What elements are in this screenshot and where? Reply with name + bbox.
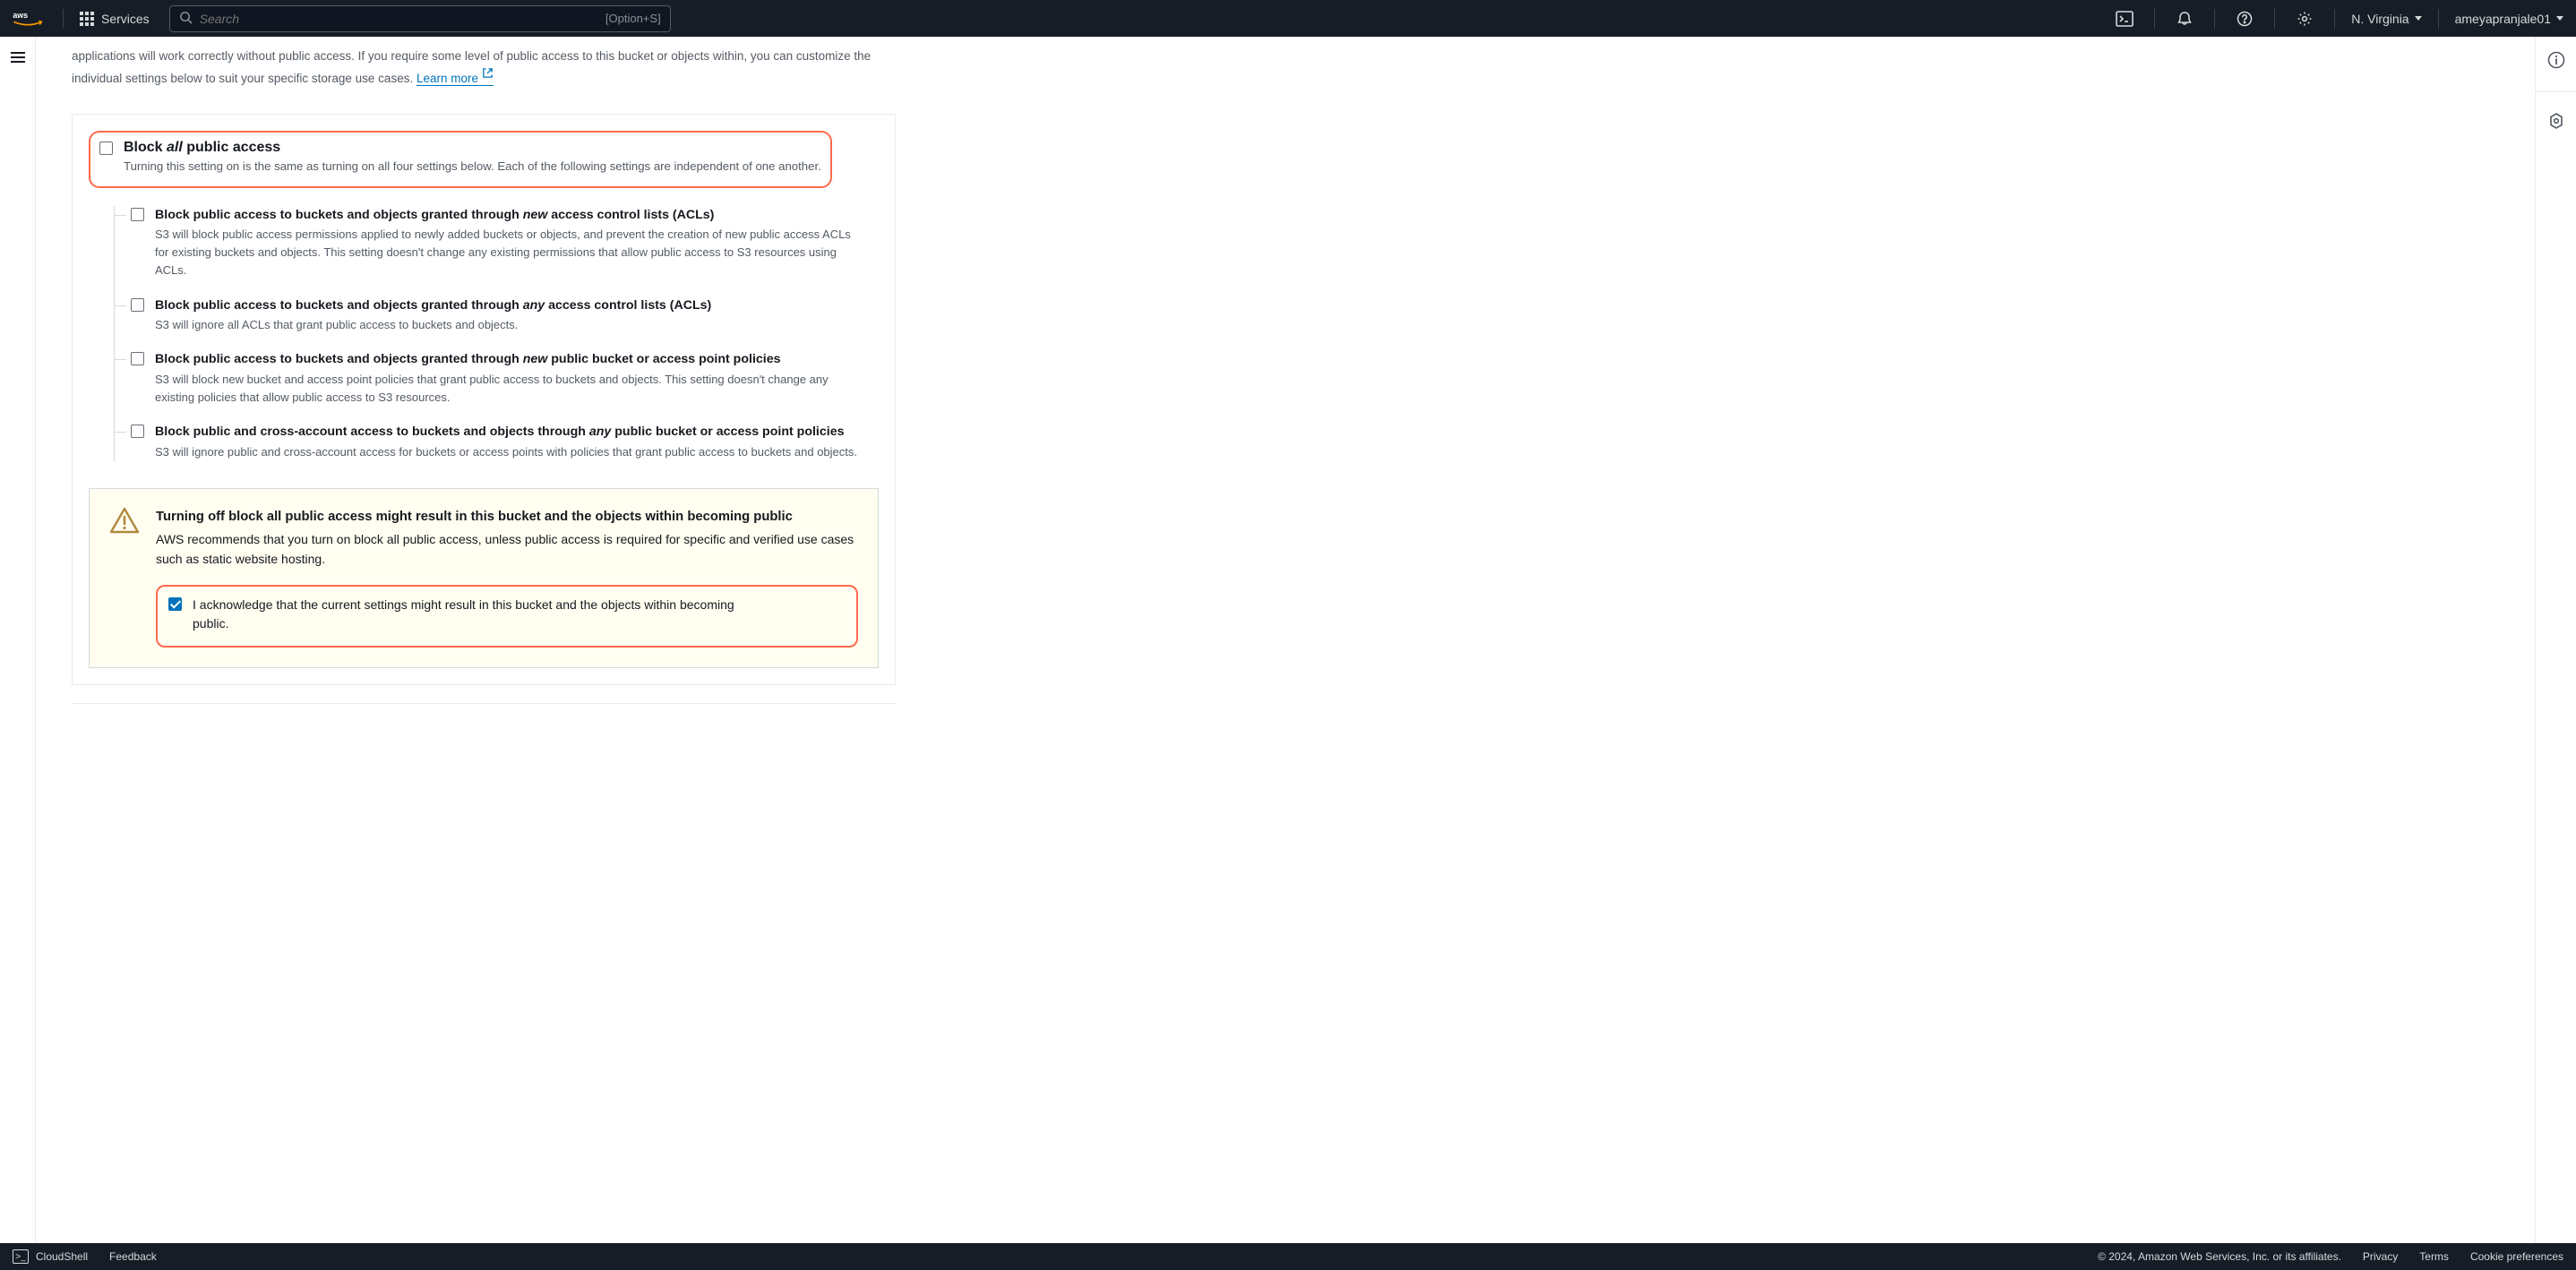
region-label: N. Virginia [2351,12,2409,26]
divider [2334,9,2335,29]
services-label: Services [101,12,150,26]
terms-link[interactable]: Terms [2419,1250,2449,1263]
feedback-link[interactable]: Feedback [109,1250,157,1263]
block-all-title: Block all public access [124,140,821,156]
region-selector[interactable]: N. Virginia [2351,12,2421,26]
search-input[interactable] [200,12,605,26]
bell-icon[interactable] [2171,11,2198,27]
search-bar[interactable]: [Option+S] [169,5,671,32]
divider [2214,9,2215,29]
divider [2438,9,2439,29]
highlight-block-all: Block all public access Turning this set… [89,131,832,188]
help-icon[interactable] [2231,11,2258,27]
learn-more-link[interactable]: Learn more [416,72,494,86]
aws-logo[interactable]: aws [13,10,43,28]
block-all-desc: Turning this setting on is the same as t… [124,158,821,176]
cookie-link[interactable]: Cookie preferences [2470,1250,2563,1263]
intro-text: applications will work correctly without… [72,37,896,89]
sub-desc: S3 will block new bucket and access poin… [155,371,863,407]
info-icon[interactable] [2547,51,2565,72]
gear-icon[interactable] [2291,11,2318,27]
sub-desc: S3 will ignore all ACLs that grant publi… [155,316,863,334]
divider [63,9,64,29]
warning-title: Turning off block all public access migh… [156,507,858,527]
user-label: ameyapranjale01 [2455,12,2551,26]
acknowledge-checkbox[interactable] [168,597,182,611]
grid-icon [80,12,94,26]
right-rail [2535,37,2576,1243]
sub-setting-policy-any: Block public and cross-account access to… [131,423,863,461]
sub-desc: S3 will ignore public and cross-account … [155,443,863,461]
external-link-icon [482,66,494,85]
chevron-down-icon [2556,16,2563,21]
svg-text:aws: aws [13,10,28,19]
warning-text: AWS recommends that you turn on block al… [156,530,858,569]
sub-checkbox[interactable] [131,352,144,365]
divider [2154,9,2155,29]
highlight-acknowledge: I acknowledge that the current settings … [156,585,858,648]
privacy-link[interactable]: Privacy [2363,1250,2398,1263]
account-menu[interactable]: ameyapranjale01 [2455,12,2563,26]
divider [2274,9,2275,29]
sub-checkbox[interactable] [131,425,144,438]
block-all-checkbox[interactable] [99,142,113,155]
sub-setting-acl-new: Block public access to buckets and objec… [131,206,863,280]
sub-settings-list: Block public access to buckets and objec… [114,206,863,461]
left-rail [0,37,36,1243]
sub-desc: S3 will block public access permissions … [155,226,863,279]
cloudshell-icon[interactable] [2111,11,2138,27]
content-scroll[interactable]: applications will work correctly without… [36,37,2535,1243]
gear-side-icon[interactable] [2547,112,2565,133]
acknowledge-label: I acknowledge that the current settings … [193,596,766,633]
chevron-down-icon [2415,16,2422,21]
warning-icon [109,507,140,648]
cloudshell-button[interactable]: >_ CloudShell [13,1249,88,1264]
sub-title: Block public access to buckets and objec… [155,206,863,225]
search-icon [179,11,193,27]
cloudshell-icon: >_ [13,1249,29,1264]
sub-checkbox[interactable] [131,298,144,312]
services-button[interactable]: Services [80,12,150,26]
cloudshell-label: CloudShell [36,1250,88,1263]
sub-title: Block public access to buckets and objec… [155,296,863,315]
block-public-access-panel: Block all public access Turning this set… [72,114,896,686]
sub-setting-policy-new: Block public access to buckets and objec… [131,350,863,407]
top-nav: aws Services [Option+S] N. Virginia amey… [0,0,2576,37]
sub-checkbox[interactable] [131,208,144,221]
footer: >_ CloudShell Feedback © 2024, Amazon We… [0,1243,2576,1270]
warning-box: Turning off block all public access migh… [89,488,879,669]
search-shortcut: [Option+S] [605,12,661,25]
sub-setting-acl-any: Block public access to buckets and objec… [131,296,863,335]
sub-title: Block public access to buckets and objec… [155,350,863,369]
copyright-text: © 2024, Amazon Web Services, Inc. or its… [2098,1250,2341,1263]
sub-title: Block public and cross-account access to… [155,423,863,442]
hamburger-icon[interactable] [11,49,25,65]
